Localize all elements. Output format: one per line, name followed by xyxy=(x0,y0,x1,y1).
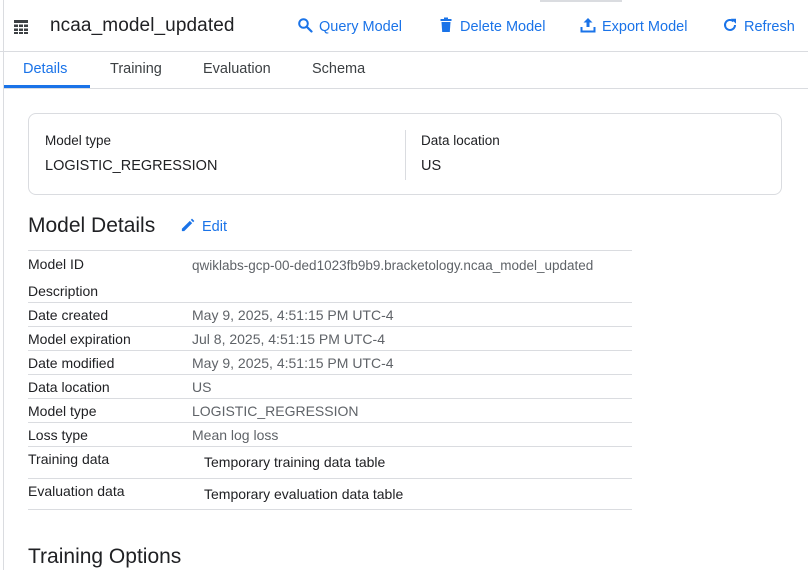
delete-model-label: Delete Model xyxy=(460,19,546,35)
training-options-heading: Training Options xyxy=(28,545,182,568)
tab-details[interactable]: Details xyxy=(23,61,67,77)
upload-icon xyxy=(580,17,602,37)
table-row: Description xyxy=(28,278,632,302)
trash-icon xyxy=(438,17,460,37)
table-row: Evaluation data Temporary evaluation dat… xyxy=(28,478,632,510)
table-row: Data location US xyxy=(28,374,632,398)
tab-bar: Details Training Evaluation Schema xyxy=(4,52,808,89)
search-icon xyxy=(297,17,319,37)
model-title: ncaa_model_updated xyxy=(50,15,235,36)
date-created-label: Date created xyxy=(28,307,109,323)
table-row: Model type LOGISTIC_REGRESSION xyxy=(28,398,632,422)
model-details-table: Model ID qwiklabs-gcp-00-ded1023fb9b9.br… xyxy=(28,250,632,510)
edit-details-button[interactable]: Edit xyxy=(180,218,227,236)
query-model-label: Query Model xyxy=(319,19,403,35)
table-row: Date modified May 9, 2025, 4:51:15 PM UT… xyxy=(28,350,632,374)
edit-label: Edit xyxy=(202,219,227,235)
table-row: Loss type Mean log loss xyxy=(28,422,632,446)
loss-type-value: Mean log loss xyxy=(192,427,279,443)
evaluation-data-label: Evaluation data xyxy=(28,483,125,499)
model-type-value: LOGISTIC_REGRESSION xyxy=(45,158,218,174)
model-expiration-label: Model expiration xyxy=(28,331,131,347)
refresh-icon xyxy=(722,17,744,37)
data-location-row-label: Data location xyxy=(28,379,110,395)
date-modified-label: Date modified xyxy=(28,355,115,371)
model-id-value: qwiklabs-gcp-00-ded1023fb9b9.bracketolog… xyxy=(192,258,594,273)
refresh-label: Refresh xyxy=(744,19,795,35)
model-type-label: Model type xyxy=(45,133,112,148)
export-model-button[interactable]: Export Model xyxy=(580,16,687,38)
table-row: Training data Temporary training data ta… xyxy=(28,446,632,478)
pencil-icon xyxy=(180,218,202,237)
model-header: ncaa_model_updated Query Model Delete Mo… xyxy=(0,0,808,52)
delete-model-button[interactable]: Delete Model xyxy=(438,16,545,38)
model-expiration-value: Jul 8, 2025, 4:51:15 PM UTC-4 xyxy=(192,331,385,347)
model-type-row-label: Model type xyxy=(28,403,97,419)
table-row: Model ID qwiklabs-gcp-00-ded1023fb9b9.br… xyxy=(28,250,632,278)
date-modified-value: May 9, 2025, 4:51:15 PM UTC-4 xyxy=(192,355,394,371)
card-divider xyxy=(405,130,406,180)
data-location-label: Data location xyxy=(421,133,500,148)
training-data-link[interactable]: Temporary training data table xyxy=(204,454,385,470)
query-model-button[interactable]: Query Model xyxy=(297,16,402,38)
tab-training[interactable]: Training xyxy=(110,61,162,77)
export-model-label: Export Model xyxy=(602,19,688,35)
model-summary-card: Model type LOGISTIC_REGRESSION Data loca… xyxy=(28,113,782,195)
table-row: Date created May 9, 2025, 4:51:15 PM UTC… xyxy=(28,302,632,326)
model-type-row-value: LOGISTIC_REGRESSION xyxy=(192,403,359,419)
model-details-heading: Model Details xyxy=(28,214,156,237)
training-data-label: Training data xyxy=(28,451,110,467)
loss-type-label: Loss type xyxy=(28,427,88,443)
tab-schema[interactable]: Schema xyxy=(312,61,365,77)
model-id-label: Model ID xyxy=(28,256,85,272)
date-created-value: May 9, 2025, 4:51:15 PM UTC-4 xyxy=(192,307,394,323)
evaluation-data-link[interactable]: Temporary evaluation data table xyxy=(204,486,403,502)
refresh-button[interactable]: Refresh xyxy=(722,16,795,38)
active-tab-indicator xyxy=(4,85,90,88)
description-label: Description xyxy=(28,283,99,299)
table-row: Model expiration Jul 8, 2025, 4:51:15 PM… xyxy=(28,326,632,350)
tab-evaluation[interactable]: Evaluation xyxy=(203,61,271,77)
data-location-value: US xyxy=(421,158,442,174)
table-grid-icon xyxy=(13,19,29,35)
data-location-row-value: US xyxy=(192,379,212,395)
